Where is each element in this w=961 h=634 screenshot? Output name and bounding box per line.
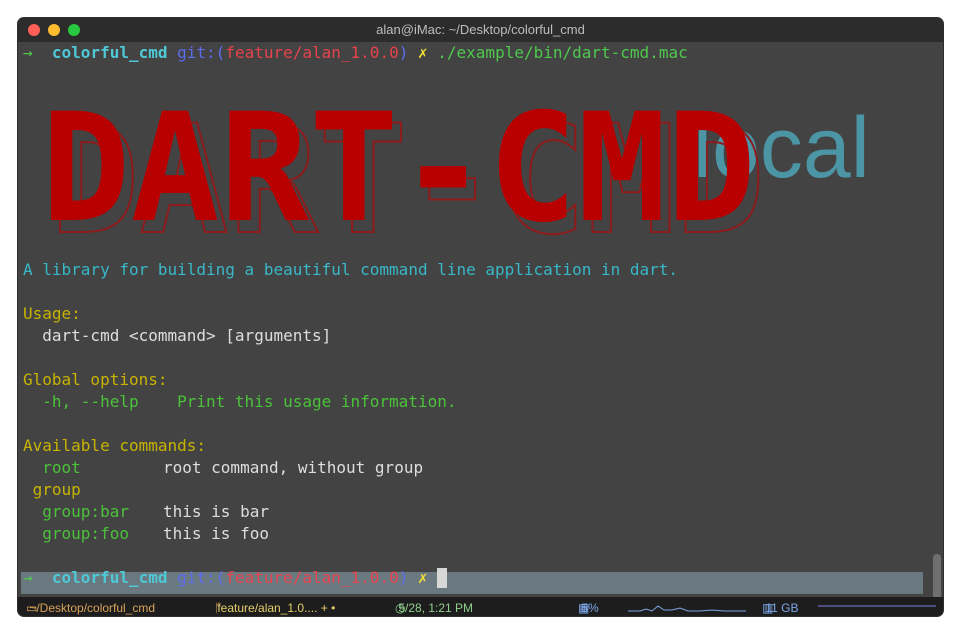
global-options-header: Global options: bbox=[23, 370, 168, 389]
command-description: this is foo bbox=[163, 524, 269, 543]
command-group-foo: group:foo this is foo bbox=[23, 524, 269, 544]
prompt-line: → colorful_cmd git:(feature/alan_1.0.0) … bbox=[23, 43, 688, 63]
status-mem: ▥ 11 GB bbox=[762, 599, 798, 615]
git-prefix: git:( bbox=[177, 43, 226, 62]
prompt-arrow: → bbox=[23, 43, 33, 62]
window-title: alan@iMac: ~/Desktop/colorful_cmd bbox=[376, 22, 585, 37]
command-group-bar: group:bar this is bar bbox=[23, 502, 269, 522]
cpu-sparkline-icon bbox=[628, 605, 746, 612]
status-cpu: ▦ 5% bbox=[578, 599, 599, 615]
status-time: ◷ 5/28, 1:21 PM bbox=[395, 599, 473, 615]
git-prefix: git:( bbox=[177, 568, 226, 587]
status-cpu-text: 5% bbox=[581, 601, 599, 615]
git-suffix: ) bbox=[398, 568, 409, 587]
prompt-dir: colorful_cmd bbox=[51, 568, 168, 587]
terminal-window: alan@iMac: ~/Desktop/colorful_cmd → colo… bbox=[18, 18, 943, 616]
status-branch-text: feature/alan_1.0.... + • bbox=[217, 601, 336, 615]
status-mem-text: 11 GB bbox=[765, 601, 799, 615]
status-bar: ▭ ~/Desktop/colorful_cmd ᚴ feature/alan_… bbox=[18, 597, 943, 616]
help-flag: -h, --help bbox=[23, 392, 139, 411]
command-text: ./example/bin/dart-cmd.mac bbox=[437, 43, 688, 62]
status-branch: ᚴ feature/alan_1.0.... + • bbox=[214, 599, 335, 615]
text-cursor[interactable] bbox=[437, 568, 448, 588]
command-name: group:bar bbox=[23, 502, 129, 521]
banner-text: DART-CMD bbox=[41, 82, 756, 242]
command-description: this is bar bbox=[163, 502, 269, 521]
usage-header: Usage: bbox=[23, 304, 81, 323]
status-time-text: 5/28, 1:21 PM bbox=[398, 601, 474, 615]
status-path: ▭ ~/Desktop/colorful_cmd bbox=[26, 599, 155, 615]
active-prompt-line[interactable]: → colorful_cmd git:(feature/alan_1.0.0) … bbox=[23, 568, 448, 588]
prompt-arrow: → bbox=[23, 568, 33, 587]
command-description: root command, without group bbox=[163, 458, 424, 477]
title-bar: alan@iMac: ~/Desktop/colorful_cmd bbox=[18, 18, 943, 42]
description-text: A library for building a beautiful comma… bbox=[23, 260, 679, 279]
status-path-text: ~/Desktop/colorful_cmd bbox=[29, 601, 156, 615]
dirty-marker: ✗ bbox=[417, 568, 428, 587]
dart-cmd-banner: local DART-CMD DART-CMD bbox=[41, 82, 870, 242]
command-name: root bbox=[23, 458, 81, 477]
group-label: group bbox=[23, 480, 81, 499]
help-description: Print this usage information. bbox=[177, 392, 457, 411]
help-option: -h, --help Print this usage information. bbox=[23, 392, 456, 412]
prompt-dir: colorful_cmd bbox=[51, 43, 168, 62]
git-suffix: ) bbox=[398, 43, 409, 62]
usage-line: dart-cmd <command> [arguments] bbox=[23, 326, 332, 345]
command-root: root root command, without group bbox=[23, 458, 423, 478]
git-branch: feature/alan_1.0.0 bbox=[225, 568, 399, 587]
memory-sparkline-icon bbox=[818, 605, 936, 607]
dirty-marker: ✗ bbox=[417, 43, 428, 62]
commands-header: Available commands: bbox=[23, 436, 207, 455]
command-name: group:foo bbox=[23, 524, 129, 543]
terminal-output[interactable]: → colorful_cmd git:(feature/alan_1.0.0) … bbox=[18, 42, 943, 614]
git-branch: feature/alan_1.0.0 bbox=[225, 43, 399, 62]
